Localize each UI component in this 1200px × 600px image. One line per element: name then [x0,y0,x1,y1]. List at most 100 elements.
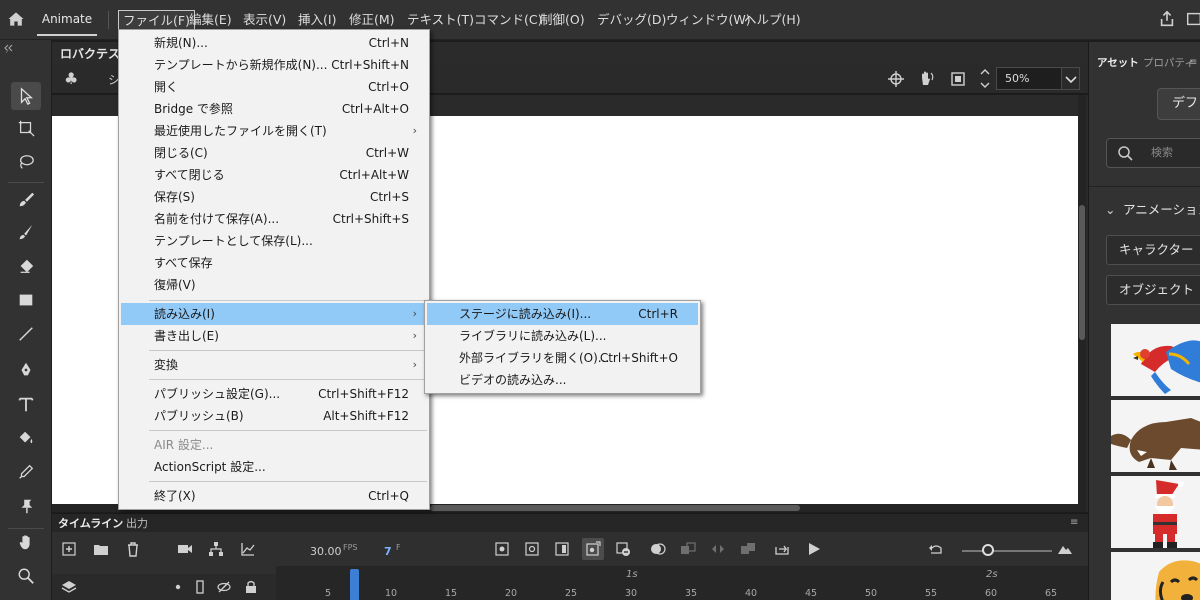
onion-skin-icon[interactable] [650,541,666,557]
menu-item-import-video[interactable]: ビデオの読み込み... [427,369,698,391]
menu-item-close-all[interactable]: すべて閉じる Ctrl+Alt+W [121,164,427,186]
zoom-input[interactable]: 50% [996,67,1062,90]
menu-commands[interactable]: コマンド(C) [470,10,546,30]
loop-icon[interactable] [774,541,790,557]
horizontal-scrollbar-thumb[interactable] [430,505,800,511]
insert-keyframe-icon[interactable] [494,541,510,557]
asset-thumbnail-dog[interactable] [1111,552,1200,600]
eyedropper-tool-icon[interactable] [11,458,41,486]
menu-insert[interactable]: 挿入(I) [294,10,340,30]
paint-bucket-tool-icon[interactable] [11,424,41,452]
menu-item-save-as-template[interactable]: テンプレートとして保存(L)... [121,230,427,252]
tab-assets[interactable]: アセット [1097,54,1139,72]
free-transform-tool-icon[interactable] [11,114,41,142]
scene-clubs-icon[interactable]: ♣ [64,70,82,88]
undo-icon[interactable] [928,541,944,557]
hand-tool-icon[interactable] [11,528,41,556]
pen-tool-icon[interactable] [11,356,41,384]
panel-menu-icon[interactable]: ≡ [1189,57,1197,68]
menu-edit[interactable]: 編集(E) [185,10,236,30]
menu-control[interactable]: 制御(O) [536,10,589,30]
asset-thumbnail-wolf[interactable] [1111,400,1200,472]
tab-output[interactable]: 出力 [126,516,148,532]
new-layer-icon[interactable] [61,541,77,557]
menu-item-revert[interactable]: 復帰(V) [121,274,427,296]
paint-brush-tool-icon[interactable] [11,218,41,246]
menu-item-publish-settings[interactable]: パブリッシュ設定(G)... Ctrl+Shift+F12 [121,383,427,405]
menu-item-export[interactable]: 書き出し(E) › [121,325,427,347]
menu-view[interactable]: 表示(V) [239,10,290,30]
brush-tool-icon[interactable] [11,185,41,213]
home-icon[interactable] [6,9,28,31]
menu-debug[interactable]: デバッグ(D) [593,10,670,30]
menu-help[interactable]: ヘルプ(H) [740,10,805,30]
menu-item-save[interactable]: 保存(S) Ctrl+S [121,186,427,208]
eraser-tool-icon[interactable] [11,252,41,280]
menu-item-new-from-template[interactable]: テンプレートから新規作成(N)... Ctrl+Shift+N [121,54,427,76]
pin-tool-icon[interactable] [11,492,41,520]
line-tool-icon[interactable] [11,320,41,348]
hide-icon[interactable] [216,579,232,595]
mountain-icon[interactable] [1057,541,1073,557]
remove-frame-icon[interactable] [615,541,631,557]
menu-item-open-external-library[interactable]: 外部ライブラリを開く(O)... Ctrl+Shift+O [427,347,698,369]
menu-file[interactable]: ファイル(F) [118,10,195,30]
panel-menu-icon[interactable]: ≡ [1070,517,1082,529]
fps-value[interactable]: 30.00 [310,545,342,558]
outline-icon[interactable] [192,579,208,595]
timeline-zoom-slider[interactable] [962,550,1052,552]
current-frame[interactable]: 7 [384,545,392,558]
menu-item-open[interactable]: 開く Ctrl+O [121,76,427,98]
default-button[interactable]: デフォ [1157,88,1200,120]
vertical-scrollbar-thumb[interactable] [1079,205,1085,340]
layers-icon[interactable] [61,579,77,595]
selection-tool-icon[interactable] [11,82,41,110]
camera-icon[interactable] [177,541,193,557]
share-icon[interactable] [1158,10,1176,28]
swap-icon[interactable] [710,541,726,557]
menu-item-close[interactable]: 閉じる(C) Ctrl+W [121,142,427,164]
insert-frame-icon[interactable] [554,541,570,557]
auto-keyframe-icon[interactable] [582,538,604,560]
text-tool-icon[interactable] [11,390,41,418]
frame-ruler[interactable] [276,566,1088,600]
tab-timeline[interactable]: タイムライン [58,516,123,532]
asset-thumbnail-parrot[interactable] [1111,324,1200,396]
window-icon[interactable] [1185,10,1200,28]
collapse-icon[interactable] [0,43,52,54]
object-dropdown[interactable]: オブジェクト [1106,275,1200,305]
lock-icon[interactable] [243,579,259,595]
menu-item-convert[interactable]: 変換 › [121,354,427,376]
tab-properties[interactable]: プロパティ [1143,54,1195,72]
menu-item-import[interactable]: 読み込み(I) › [121,303,427,325]
section-animation[interactable]: ⌄ アニメーション [1105,199,1200,218]
menu-item-import-to-stage[interactable]: ステージに読み込み(I)... Ctrl+R [427,303,698,325]
graph-icon[interactable] [240,541,256,557]
menu-item-browse-in-bridge[interactable]: Bridge で参照 Ctrl+Alt+O [121,98,427,120]
rectangle-tool-icon[interactable] [11,286,41,314]
insert-blank-keyframe-icon[interactable] [524,541,540,557]
menu-item-save-all[interactable]: すべて保存 [121,252,427,274]
clip-stage-icon[interactable] [949,70,967,88]
menu-text[interactable]: テキスト(T) [403,10,478,30]
center-stage-icon[interactable] [887,70,905,88]
menu-item-new[interactable]: 新規(N)... Ctrl+N [121,32,427,54]
play-icon[interactable] [806,541,822,557]
app-name-tab[interactable]: Animate [37,0,97,36]
playhead[interactable] [350,569,359,600]
layer-parenting-icon[interactable] [208,541,224,557]
character-dropdown[interactable]: キャラクター [1106,235,1200,265]
menu-item-save-as[interactable]: 名前を付けて保存(A)... Ctrl+Shift+S [121,208,427,230]
menu-item-actionscript-settings[interactable]: ActionScript 設定... [121,456,427,478]
timeline-zoom-knob[interactable] [982,544,994,556]
asset-thumbnail-santa[interactable] [1111,476,1200,548]
zoom-tool-icon[interactable] [11,562,41,590]
copy-frames-icon[interactable] [740,541,756,557]
tween-icon[interactable] [680,541,696,557]
trash-icon[interactable] [125,541,141,557]
menu-item-import-to-library[interactable]: ライブラリに読み込み(L)... [427,325,698,347]
menu-modify[interactable]: 修正(M) [345,10,399,30]
menu-item-open-recent[interactable]: 最近使用したファイルを開く(T) › [121,120,427,142]
lasso-tool-icon[interactable] [11,148,41,176]
menu-item-exit[interactable]: 終了(X) Ctrl+Q [121,485,427,507]
